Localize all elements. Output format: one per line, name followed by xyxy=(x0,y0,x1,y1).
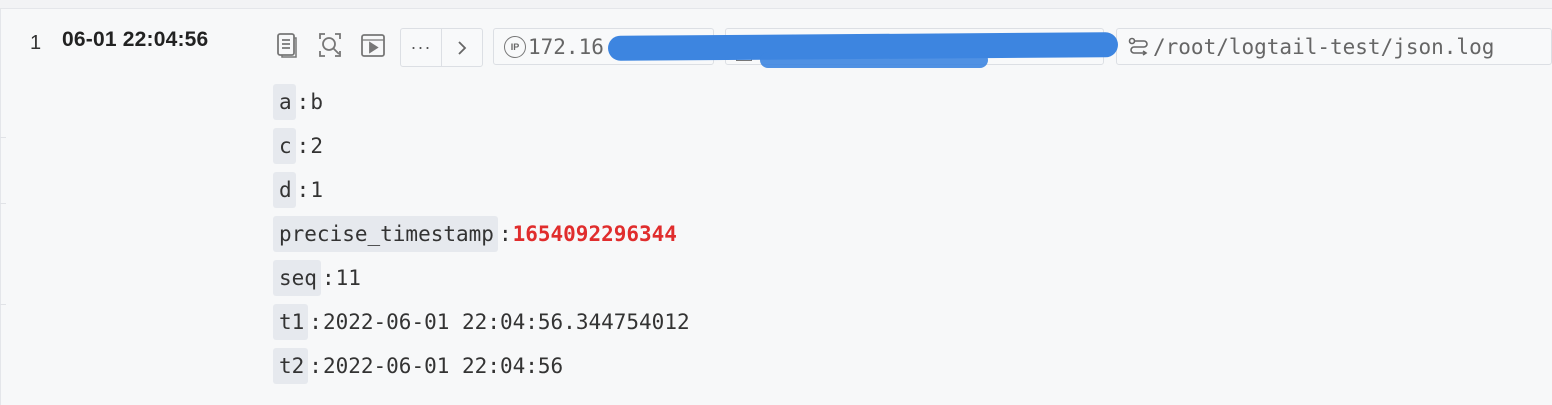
field-row: a:b xyxy=(273,80,690,124)
field-row: seq:11 xyxy=(273,256,690,300)
field-separator: : xyxy=(296,90,310,114)
context-search-icon[interactable] xyxy=(315,30,345,60)
field-separator: : xyxy=(309,310,322,334)
left-rule xyxy=(0,9,1,405)
field-separator: : xyxy=(296,178,310,202)
field-key[interactable]: t2 xyxy=(273,348,309,384)
document-icon[interactable] xyxy=(272,30,302,60)
redaction-mark xyxy=(760,52,988,68)
ip-icon: IP xyxy=(504,35,526,58)
field-list: a:b c:2 d:1 precise_timestamp:1654092296… xyxy=(273,80,690,388)
field-row: c:2 xyxy=(273,124,690,168)
tick-mark xyxy=(0,137,6,138)
field-key[interactable]: precise_timestamp xyxy=(273,216,498,252)
field-key[interactable]: d xyxy=(273,172,296,208)
field-key[interactable]: seq xyxy=(273,260,321,296)
play-icon[interactable] xyxy=(358,30,388,60)
field-separator: : xyxy=(321,266,335,290)
tick-mark xyxy=(0,203,6,204)
field-row: precise_timestamp:1654092296344 xyxy=(273,212,690,256)
row-index: 1 xyxy=(30,32,42,54)
field-row: t1:2022-06-01 22:04:56.344754012 xyxy=(273,300,690,344)
field-value[interactable]: 2022-06-01 22:04:56 xyxy=(323,354,563,378)
more-button[interactable]: ··· xyxy=(401,29,441,66)
field-value-highlighted[interactable]: 1654092296344 xyxy=(513,222,677,246)
field-separator: : xyxy=(498,222,512,246)
field-key[interactable]: t1 xyxy=(273,304,309,340)
field-value[interactable]: b xyxy=(310,90,323,114)
source-path-icon xyxy=(1128,37,1148,56)
expand-button[interactable] xyxy=(442,29,482,66)
field-row: t2:2022-06-01 22:04:56 xyxy=(273,344,690,388)
field-row: d:1 xyxy=(273,168,690,212)
tick-mark xyxy=(0,304,6,305)
source-path: /root/logtail-test/json.log xyxy=(1153,34,1495,59)
field-value[interactable]: 11 xyxy=(336,266,361,290)
field-value[interactable]: 1 xyxy=(310,178,323,202)
field-key[interactable]: a xyxy=(273,84,296,120)
field-separator: : xyxy=(296,134,310,158)
field-separator: : xyxy=(309,354,322,378)
chevron-right-icon xyxy=(458,40,467,55)
source-tag[interactable]: /root/logtail-test/json.log xyxy=(1116,28,1552,65)
field-value[interactable]: 2 xyxy=(310,134,323,158)
field-value[interactable]: 2022-06-01 22:04:56.344754012 xyxy=(323,310,690,334)
log-time: 06-01 22:04:56 xyxy=(62,28,209,51)
field-key[interactable]: c xyxy=(273,128,296,164)
ip-value: 172.16 xyxy=(528,34,604,59)
more-actions-group: ··· xyxy=(400,28,483,67)
